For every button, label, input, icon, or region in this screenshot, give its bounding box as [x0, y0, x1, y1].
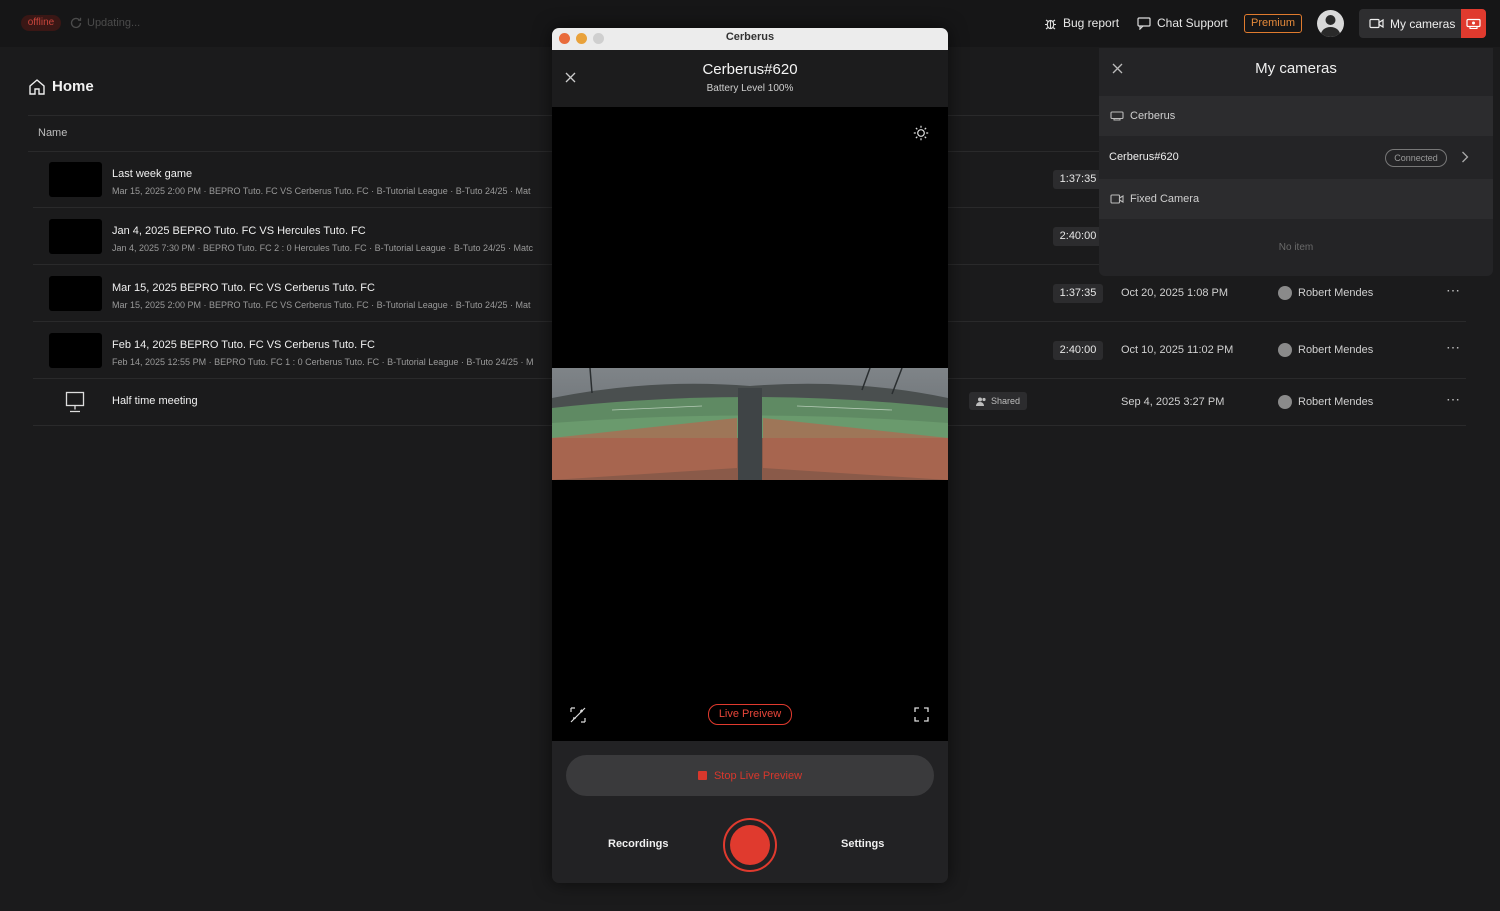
page-title-label: Home [52, 78, 94, 95]
list-item-subtitle: Feb 14, 2025 12:55 PM · BEPRO Tuto. FC 1… [112, 357, 534, 367]
video-thumbnail [49, 162, 102, 197]
refresh-icon [70, 17, 82, 29]
my-cameras-button[interactable]: My cameras [1359, 9, 1486, 38]
owner: Robert Mendes [1278, 395, 1373, 409]
shared-label: Shared [991, 396, 1021, 406]
empty-state: No item [1278, 242, 1314, 253]
list-item-title: Mar 15, 2025 BEPRO Tuto. FC VS Cerberus … [112, 282, 375, 294]
home-icon [29, 79, 45, 95]
video-thumbnail [49, 219, 102, 254]
chevron-right-icon[interactable] [1461, 150, 1469, 168]
live-preview-badge: Live Preivew [708, 704, 792, 725]
settings-button[interactable]: Settings [841, 838, 884, 850]
modified-date: Oct 20, 2025 1:08 PM [1121, 287, 1229, 299]
list-item-title: Last week game [112, 168, 193, 180]
cerberus-window: Cerberus Cerberus#620 Battery Level 100% [552, 28, 948, 883]
owner-name: Robert Mendes [1298, 287, 1374, 299]
list-item-title: Jan 4, 2025 BEPRO Tuto. FC VS Hercules T… [112, 225, 366, 237]
brightness-icon[interactable] [913, 125, 929, 146]
more-options-icon[interactable]: ⋯ [1446, 282, 1461, 299]
record-button[interactable] [723, 818, 777, 872]
duration-badge: 1:37:35 [1053, 170, 1103, 189]
camera-device-icon [1110, 111, 1124, 121]
column-header-name[interactable]: Name [38, 127, 67, 139]
my-cameras-panel: My cameras Cerberus Cerberus#620 Connect… [1099, 48, 1493, 276]
camera-header: Cerberus#620 Battery Level 100% [552, 50, 948, 107]
owner: Robert Mendes [1278, 343, 1373, 357]
owner-name: Robert Mendes [1298, 396, 1374, 408]
offline-status-badge: offline [21, 15, 61, 31]
owner-avatar [1278, 395, 1292, 409]
camera-stream-frame [552, 368, 948, 480]
camera-device-icon [1466, 18, 1481, 29]
bug-report-button[interactable]: Bug report [1044, 14, 1119, 32]
duration-badge: 2:40:00 [1053, 227, 1103, 246]
presentation-board-icon [65, 391, 85, 413]
user-avatar[interactable] [1317, 10, 1344, 37]
duration-badge: 1:37:35 [1053, 284, 1103, 303]
app-root: offline Updating... Bug report Chat Supp… [0, 0, 1500, 911]
stop-icon [697, 771, 707, 780]
bug-report-label: Bug report [1063, 16, 1120, 30]
list-item-title: Half time meeting [112, 395, 198, 407]
battery-level: Battery Level 100% [706, 83, 794, 94]
video-camera-icon [1110, 194, 1124, 204]
list-item-title: Feb 14, 2025 BEPRO Tuto. FC VS Cerberus … [112, 339, 375, 351]
users-icon [976, 397, 986, 406]
panel-title: My cameras [1255, 60, 1337, 77]
more-options-icon[interactable]: ⋯ [1446, 339, 1461, 356]
list-item-subtitle: Mar 15, 2025 2:00 PM · BEPRO Tuto. FC VS… [112, 300, 531, 310]
connected-camera-indicator[interactable] [1461, 9, 1486, 38]
window-titlebar: Cerberus [552, 28, 948, 50]
chat-icon [1137, 16, 1151, 30]
owner: Robert Mendes [1278, 286, 1373, 300]
shared-badge: Shared [969, 392, 1028, 410]
modified-date: Oct 10, 2025 11:02 PM [1121, 344, 1234, 356]
camera-name: Cerberus#620 [702, 61, 798, 78]
record-icon [730, 825, 770, 865]
section-fixed-camera: Fixed Camera [1099, 179, 1493, 219]
owner-avatar [1278, 286, 1292, 300]
connection-status-badge: Connected [1385, 149, 1447, 167]
page-title: Home [28, 78, 94, 95]
window-title: Cerberus [725, 31, 775, 43]
user-silhouette-icon [1320, 15, 1341, 37]
section-cerberus-label: Cerberus [1130, 110, 1176, 122]
list-item-subtitle: Jan 4, 2025 7:30 PM · BEPRO Tuto. FC 2 :… [112, 243, 534, 253]
video-thumbnail [49, 333, 102, 368]
camera-list-item-name[interactable]: Cerberus#620 [1109, 151, 1179, 163]
exposure-icon[interactable] [570, 707, 586, 728]
more-options-icon[interactable]: ⋯ [1446, 391, 1461, 408]
section-cerberus: Cerberus [1099, 96, 1493, 136]
my-cameras-label: My cameras [1390, 16, 1456, 31]
stop-live-preview-label: Stop Live Preview [713, 769, 803, 782]
stop-live-preview-button[interactable]: Stop Live Preview [566, 755, 934, 796]
fullscreen-icon[interactable] [914, 707, 929, 727]
video-camera-icon [1369, 18, 1384, 29]
recordings-button[interactable]: Recordings [608, 838, 669, 850]
bug-icon [1045, 19, 1056, 29]
list-item-subtitle: Mar 15, 2025 2:00 PM · BEPRO Tuto. FC VS… [112, 186, 531, 196]
chat-support-label: Chat Support [1157, 16, 1228, 30]
owner-name: Robert Mendes [1298, 344, 1374, 356]
updating-label: Updating... [87, 17, 141, 29]
updating-indicator: Updating... [69, 16, 140, 30]
duration-badge: 2:40:00 [1053, 341, 1103, 360]
premium-badge[interactable]: Premium [1244, 14, 1303, 33]
video-thumbnail [49, 276, 102, 311]
modified-date: Sep 4, 2025 3:27 PM [1121, 396, 1225, 408]
section-fixed-label: Fixed Camera [1130, 193, 1200, 205]
live-viewer: Live Preivew [552, 107, 948, 741]
owner-avatar [1278, 343, 1292, 357]
chat-support-button[interactable]: Chat Support [1137, 14, 1228, 32]
